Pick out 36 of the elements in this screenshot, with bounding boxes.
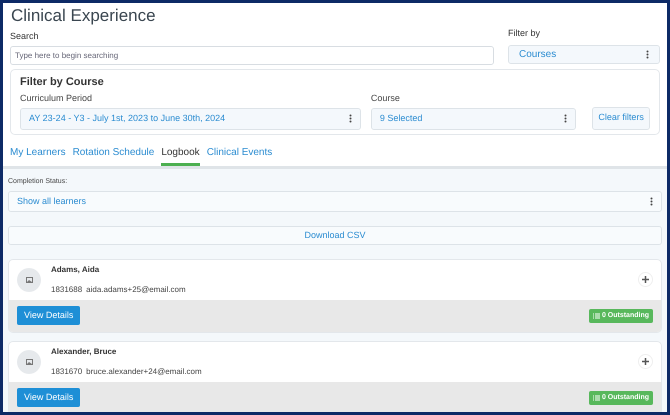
expand-button[interactable] bbox=[638, 272, 653, 288]
learner-id: 1831688 bbox=[51, 284, 82, 296]
filter-by-select[interactable]: Courses bbox=[508, 44, 660, 64]
curriculum-label: Curriculum Period bbox=[20, 92, 94, 105]
tab[interactable]: Clinical Events bbox=[206, 144, 272, 166]
view-details-button[interactable]: View Details bbox=[17, 388, 80, 408]
clear-filters-button[interactable]: Clear filters bbox=[592, 106, 650, 130]
expand-button[interactable] bbox=[638, 354, 653, 370]
list-icon bbox=[592, 394, 600, 401]
more-icon bbox=[650, 197, 653, 206]
view-details-button[interactable]: View Details bbox=[17, 306, 80, 326]
course-label: Course bbox=[370, 92, 401, 105]
learner-email: aida.adams+25@email.com bbox=[86, 284, 186, 296]
completion-status-select[interactable]: Show all learners bbox=[8, 191, 662, 212]
download-csv-button[interactable]: Download CSV bbox=[8, 226, 662, 245]
plus-icon bbox=[642, 276, 649, 284]
search-label: Search bbox=[10, 30, 40, 43]
course-select[interactable]: 9 Selected bbox=[370, 108, 576, 130]
learner-email: bruce.alexander+24@email.com bbox=[86, 366, 202, 378]
plus-icon bbox=[642, 358, 649, 366]
tab[interactable]: Rotation Schedule bbox=[72, 144, 154, 166]
more-icon bbox=[564, 114, 568, 123]
learner-name: Adams, Aida bbox=[51, 264, 100, 276]
learner-id: 1831670 bbox=[51, 366, 82, 378]
avatar-icon bbox=[17, 350, 41, 374]
filter-card-title: Filter by Course bbox=[20, 74, 105, 90]
search-field[interactable]: Type here to begin searching bbox=[10, 46, 494, 64]
learner-name: Alexander, Bruce bbox=[51, 346, 118, 358]
avatar-icon bbox=[17, 268, 41, 292]
more-icon bbox=[646, 50, 649, 58]
page-title: Clinical Experience bbox=[11, 6, 157, 26]
curriculum-select[interactable]: AY 23-24 - Y3 - July 1st, 2023 to June 30th, 2024 bbox=[20, 108, 361, 130]
more-icon bbox=[348, 114, 352, 123]
filter-by-label: Filter by bbox=[508, 27, 542, 40]
list-icon bbox=[592, 312, 600, 319]
tab[interactable]: My Learners bbox=[10, 144, 66, 166]
